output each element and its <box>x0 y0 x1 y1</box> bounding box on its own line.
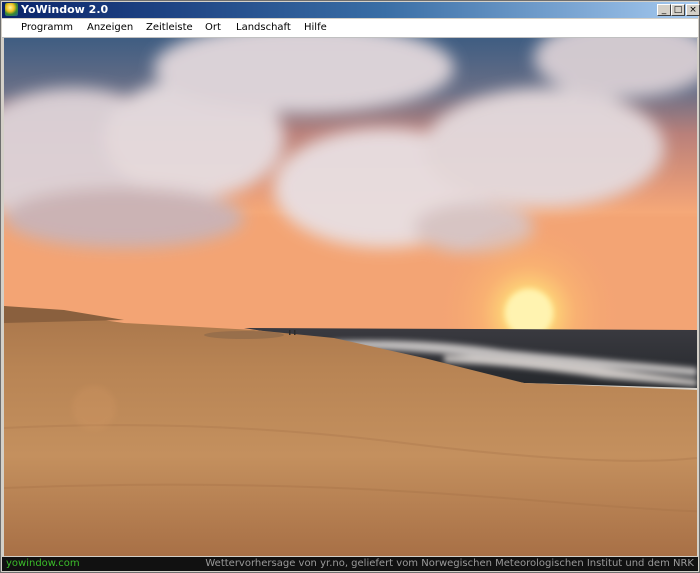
menu-programm[interactable]: Programm <box>21 21 73 35</box>
menu-ort[interactable]: Ort <box>205 21 221 35</box>
weather-scene-view[interactable] <box>4 38 697 556</box>
title-bar[interactable]: YoWindow 2.0 _ □ × <box>2 2 700 18</box>
menu-bar: Programm Anzeigen Zeitleiste Ort Landsch… <box>2 19 698 38</box>
menu-landschaft[interactable]: Landschaft <box>236 21 291 35</box>
status-bar: yowindow.com Wettervorhersage von yr.no,… <box>2 557 698 571</box>
close-button[interactable]: × <box>686 4 700 16</box>
menu-hilfe[interactable]: Hilfe <box>304 21 327 35</box>
app-window: YoWindow 2.0 _ □ × Programm Anzeigen Zei… <box>0 0 700 573</box>
yowindow-link[interactable]: yowindow.com <box>6 557 80 571</box>
maximize-button[interactable]: □ <box>671 4 685 16</box>
yowindow-app-icon[interactable] <box>5 3 18 16</box>
forecast-credit[interactable]: Wettervorhersage von yr.no, geliefert vo… <box>205 557 694 571</box>
menu-anzeigen[interactable]: Anzeigen <box>87 21 133 35</box>
menu-zeitleiste[interactable]: Zeitleiste <box>146 21 193 35</box>
minimize-button[interactable]: _ <box>657 4 671 16</box>
window-title: YoWindow 2.0 <box>21 3 109 16</box>
